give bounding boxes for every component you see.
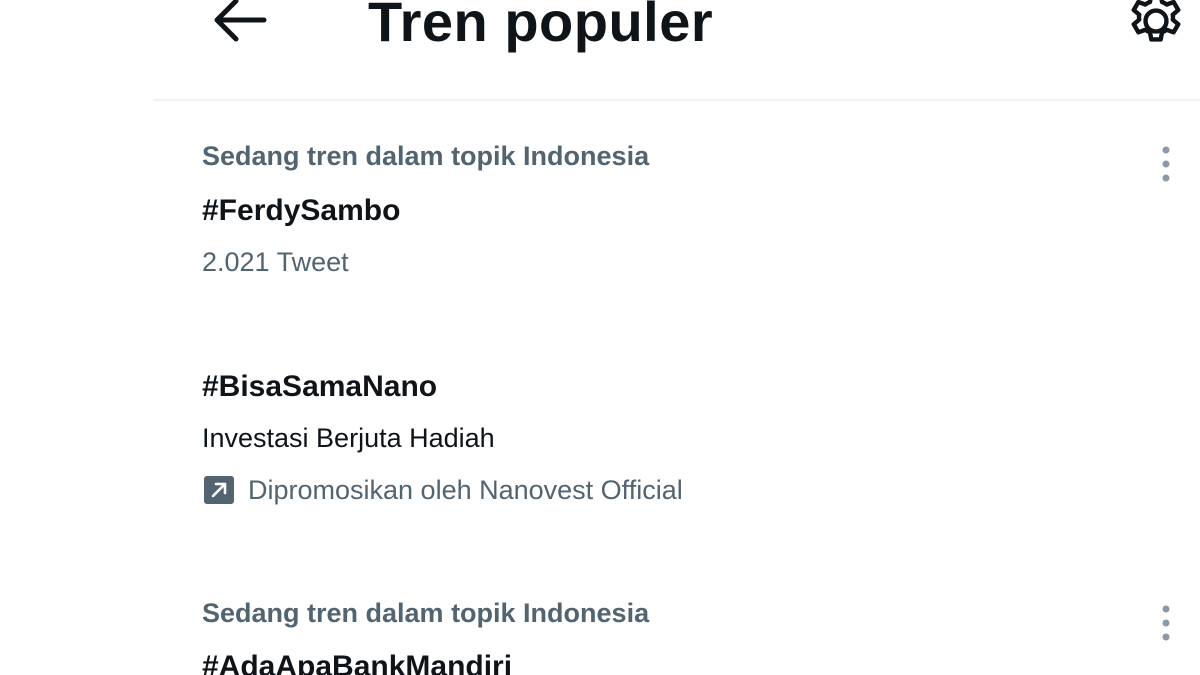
trend-tweet-count: 2.021 Tweet: [202, 247, 349, 277]
trend-name: #AdaApaBankMandiri: [202, 650, 513, 675]
gear-icon: [1123, 0, 1189, 59]
trend-item[interactable]: Sedang tren dalam topik Indonesia #AdaAp…: [153, 556, 1200, 675]
more-vertical-icon: [1161, 603, 1171, 648]
trend-context: Sedang tren dalam topik Indonesia: [202, 141, 650, 171]
header: Tren populer: [0, 0, 1200, 100]
trend-item-promoted[interactable]: #BisaSamaNano Investasi Berjuta Hadiah D…: [153, 306, 1200, 556]
back-button[interactable]: [205, 0, 275, 52]
promoted-by-text: Dipromosikan oleh Nanovest Official: [248, 475, 683, 505]
promoted-line[interactable]: Dipromosikan oleh Nanovest Official: [202, 473, 683, 507]
more-vertical-icon: [1161, 144, 1171, 189]
trend-item[interactable]: Sedang tren dalam topik Indonesia #Ferdy…: [153, 101, 1200, 306]
page-title: Tren populer: [368, 0, 714, 53]
arrow-left-icon: [212, 0, 268, 48]
trend-name: #BisaSamaNano: [202, 370, 438, 403]
trending-screen: Tren populer Sedang tren dalam topik Ind…: [0, 0, 1200, 675]
trend-context: Sedang tren dalam topik Indonesia: [202, 598, 650, 628]
trend-more-button[interactable]: [1151, 600, 1181, 650]
trend-name: #FerdySambo: [202, 194, 401, 227]
trend-description: Investasi Berjuta Hadiah: [202, 423, 495, 453]
settings-button[interactable]: [1118, 0, 1194, 58]
promoted-arrow-icon: [202, 475, 236, 505]
trend-more-button[interactable]: [1151, 141, 1181, 191]
